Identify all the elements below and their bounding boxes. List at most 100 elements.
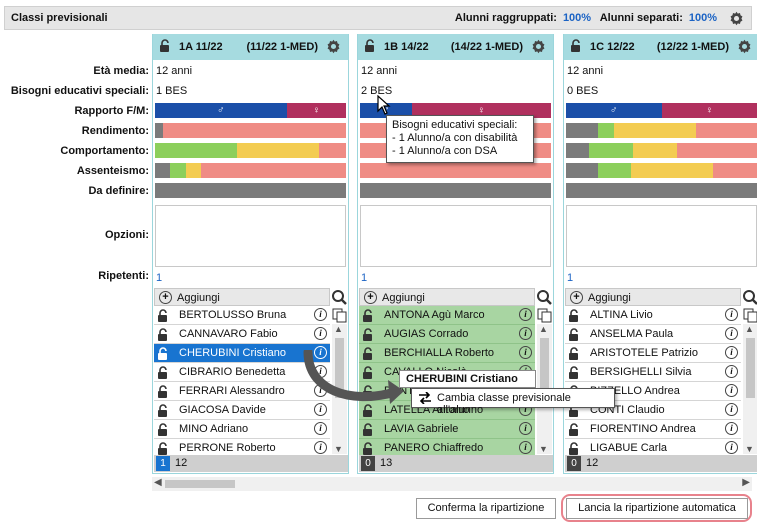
horizontal-scrollbar[interactable]: ◀ ▶ xyxy=(152,477,752,491)
label-opzioni: Opzioni: xyxy=(105,229,149,241)
info-icon[interactable]: i xyxy=(725,441,738,454)
lock-icon[interactable] xyxy=(157,366,172,383)
student-row[interactable]: MINO Adriano i xyxy=(154,420,330,439)
info-icon[interactable]: i xyxy=(519,308,532,321)
student-row[interactable]: ARISTOTELE Patrizio i xyxy=(565,344,741,363)
options-box[interactable] xyxy=(360,205,551,267)
info-icon[interactable]: i xyxy=(314,422,327,435)
locked-count: 0 xyxy=(361,456,375,471)
ripetenti-value[interactable]: 1 xyxy=(567,272,573,284)
student-row[interactable]: CANNAVARO Fabio i xyxy=(154,325,330,344)
student-row[interactable]: ALTINA Livio i xyxy=(565,306,741,325)
vertical-scrollbar[interactable]: ▲ ▼ xyxy=(743,324,757,454)
scroll-up-icon[interactable]: ▲ xyxy=(334,324,343,334)
gear-icon[interactable] xyxy=(530,38,547,55)
class-desc: (12/22 1-MED) xyxy=(656,41,729,53)
info-icon[interactable]: i xyxy=(725,346,738,359)
bes-value[interactable]: 0 BES xyxy=(567,85,598,97)
confirm-button[interactable]: Conferma la ripartizione xyxy=(416,498,556,519)
student-row[interactable]: FIORENTINO Andrea i xyxy=(565,420,741,439)
student-row[interactable]: LAVIA Gabriele i xyxy=(359,420,535,439)
list-footer: 1 12 xyxy=(154,455,348,472)
options-box[interactable] xyxy=(155,205,346,267)
search-icon[interactable] xyxy=(536,289,553,306)
student-row[interactable]: AUGIAS Corrado i xyxy=(359,325,535,344)
info-icon[interactable]: i xyxy=(725,365,738,378)
student-row[interactable]: ANTONA Agù Marco i xyxy=(359,306,535,325)
scroll-down-icon[interactable]: ▼ xyxy=(334,444,343,454)
student-row[interactable]: BERSIGHELLI Silvia i xyxy=(565,363,741,382)
lock-icon[interactable] xyxy=(568,423,583,440)
info-icon[interactable]: i xyxy=(314,441,327,454)
lock-icon[interactable] xyxy=(157,309,172,326)
scroll-thumb[interactable] xyxy=(746,338,755,398)
scroll-right-icon[interactable]: ▶ xyxy=(742,477,750,488)
lock-icon[interactable] xyxy=(568,366,583,383)
lock-icon[interactable] xyxy=(157,347,172,364)
class-name: 1A 11/22 xyxy=(179,41,223,53)
assenteismo-bar xyxy=(566,163,757,178)
info-icon[interactable]: i xyxy=(519,441,532,454)
label-assenteismo: Assenteismo: xyxy=(76,165,149,177)
add-student-button[interactable]: + Aggiungi xyxy=(565,288,741,306)
info-icon[interactable]: i xyxy=(725,422,738,435)
rendimento-bar xyxy=(566,123,757,138)
search-icon[interactable] xyxy=(742,289,757,306)
ratio-male-segment: ♂ xyxy=(566,103,662,118)
info-icon[interactable]: i xyxy=(314,308,327,321)
lock-icon[interactable] xyxy=(568,328,583,345)
bes-value[interactable]: 1 BES xyxy=(156,85,187,97)
info-icon[interactable]: i xyxy=(725,384,738,397)
info-icon[interactable]: i xyxy=(314,327,327,340)
da-definire-bar xyxy=(155,183,346,198)
lock-icon[interactable] xyxy=(362,328,377,345)
label-bes: Bisogni educativi speciali: xyxy=(10,85,149,97)
options-box[interactable] xyxy=(566,205,757,267)
info-icon[interactable]: i xyxy=(725,403,738,416)
student-row[interactable]: BERTOLUSSO Bruna i xyxy=(154,306,330,325)
search-icon[interactable] xyxy=(331,289,348,306)
add-student-button[interactable]: + Aggiungi xyxy=(154,288,330,306)
scroll-down-icon[interactable]: ▼ xyxy=(745,444,754,454)
student-name: PERRONE Roberto xyxy=(179,442,276,454)
lock-icon[interactable] xyxy=(568,309,583,326)
ripetenti-value[interactable]: 1 xyxy=(156,272,162,284)
student-row[interactable]: ANSELMA Paula i xyxy=(565,325,741,344)
lock-icon[interactable] xyxy=(570,39,585,56)
scroll-up-icon[interactable]: ▲ xyxy=(539,324,548,334)
plus-icon: + xyxy=(570,291,583,304)
scroll-thumb[interactable] xyxy=(165,480,235,488)
info-icon[interactable]: i xyxy=(519,327,532,340)
gear-icon[interactable] xyxy=(736,38,753,55)
scroll-left-icon[interactable]: ◀ xyxy=(154,477,162,488)
copy-icon[interactable] xyxy=(742,307,757,324)
label-da-definire: Da definire: xyxy=(88,185,149,197)
lock-icon[interactable] xyxy=(364,39,379,56)
lock-icon[interactable] xyxy=(362,309,377,326)
add-student-button[interactable]: + Aggiungi xyxy=(359,288,535,306)
info-icon[interactable]: i xyxy=(519,346,532,359)
ripetenti-value[interactable]: 1 xyxy=(361,272,367,284)
class-header: 1A 11/22 (11/22 1-MED) xyxy=(153,34,348,60)
copy-icon[interactable] xyxy=(536,307,553,324)
lock-icon[interactable] xyxy=(568,347,583,364)
gear-icon[interactable] xyxy=(728,10,745,27)
info-icon[interactable]: i xyxy=(519,422,532,435)
auto-distribution-button[interactable]: Lancia la ripartizione automatica xyxy=(566,498,748,519)
info-icon[interactable]: i xyxy=(725,308,738,321)
gear-icon[interactable] xyxy=(325,38,342,55)
lock-icon[interactable] xyxy=(157,328,172,345)
scroll-down-icon[interactable]: ▼ xyxy=(539,444,548,454)
copy-icon[interactable] xyxy=(331,307,348,324)
grouped-label: Alunni raggruppati: xyxy=(454,12,557,24)
student-name: BERSIGHELLI Silvia xyxy=(590,366,692,378)
lock-icon[interactable] xyxy=(157,423,172,440)
label-ripetenti: Ripetenti: xyxy=(98,270,149,282)
label-eta: Età media: xyxy=(93,65,149,77)
lock-icon[interactable] xyxy=(157,404,172,421)
lock-icon[interactable] xyxy=(159,39,174,56)
lock-icon[interactable] xyxy=(157,385,172,402)
lock-icon[interactable] xyxy=(362,423,377,440)
scroll-up-icon[interactable]: ▲ xyxy=(745,324,754,334)
info-icon[interactable]: i xyxy=(725,327,738,340)
